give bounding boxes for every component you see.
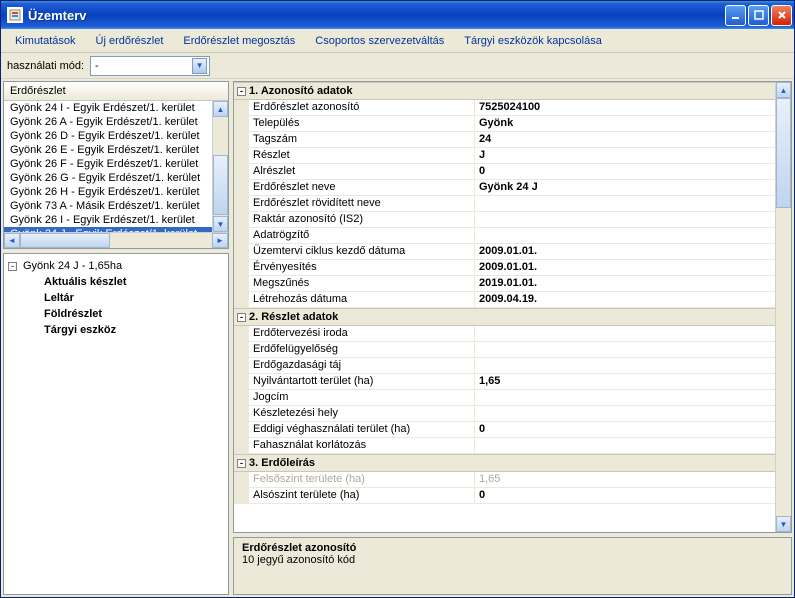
chevron-down-icon[interactable]: ▼ — [192, 58, 207, 74]
tree-collapse-icon[interactable]: - — [8, 262, 17, 271]
tree-root-label: Gyönk 24 J - 1,65ha — [23, 258, 122, 274]
category-azonosito[interactable]: - 1. Azonosító adatok — [234, 82, 775, 100]
forest-list-panel: Erdőrészlet Gyönk 24 I - Egyik Erdészet/… — [3, 81, 229, 249]
close-button[interactable] — [771, 5, 792, 26]
list-hscroll[interactable]: ◄ ► — [4, 232, 228, 248]
maximize-button[interactable] — [748, 5, 769, 26]
client-area: Erdőrészlet Gyönk 24 I - Egyik Erdészet/… — [1, 79, 794, 597]
prop-row[interactable]: Erdőfelügyelőség — [234, 342, 775, 358]
prop-row[interactable]: Fahasználat korlátozás — [234, 438, 775, 454]
app-icon — [7, 7, 23, 23]
menubar: Kimutatások Új erdőrészlet Erdőrészlet m… — [1, 29, 794, 53]
category-erdoleiras[interactable]: - 3. Erdőleírás — [234, 454, 775, 472]
left-column: Erdőrészlet Gyönk 24 I - Egyik Erdészet/… — [3, 81, 229, 595]
minimize-button[interactable] — [725, 5, 746, 26]
category-collapse-icon[interactable]: - — [234, 87, 249, 96]
list-item[interactable]: Gyönk 26 E - Egyik Erdészet/1. kerület — [4, 143, 212, 157]
prop-row[interactable]: Erdőrészlet azonosító7525024100 — [234, 100, 775, 116]
window-title: Üzemterv — [28, 8, 723, 23]
prop-row[interactable]: Alrészlet0 — [234, 164, 775, 180]
description-body: 10 jegyű azonosító kód — [242, 554, 783, 566]
scroll-down-icon[interactable]: ▼ — [213, 216, 228, 232]
tree-panel: - Gyönk 24 J - 1,65ha Aktuális készlet L… — [3, 253, 229, 595]
tree-root[interactable]: - Gyönk 24 J - 1,65ha — [6, 258, 226, 274]
scroll-up-icon[interactable]: ▲ — [776, 82, 791, 98]
prop-row[interactable]: RészletJ — [234, 148, 775, 164]
titlebar: Üzemterv — [1, 1, 794, 29]
prop-row[interactable]: Tagszám24 — [234, 132, 775, 148]
list-item[interactable]: Gyönk 26 H - Egyik Erdészet/1. kerület — [4, 185, 212, 199]
forest-list-body: Gyönk 24 I - Egyik Erdészet/1. kerület G… — [4, 101, 228, 232]
prop-row[interactable]: Készletezési hely — [234, 406, 775, 422]
scroll-track[interactable] — [213, 117, 228, 216]
scroll-up-icon[interactable]: ▲ — [213, 101, 228, 117]
list-item[interactable]: Gyönk 26 G - Egyik Erdészet/1. kerület — [4, 171, 212, 185]
tree-item[interactable]: Leltár — [42, 290, 226, 306]
props-vscroll[interactable]: ▲ ▼ — [775, 82, 791, 532]
usage-mode-combo[interactable]: - ▼ — [90, 56, 210, 76]
category-reszlet[interactable]: - 2. Részlet adatok — [234, 308, 775, 326]
category-label: 3. Erdőleírás — [249, 455, 315, 471]
scroll-right-icon[interactable]: ► — [212, 233, 228, 248]
prop-row[interactable]: Létrehozás dátuma2009.04.19. — [234, 292, 775, 308]
forest-list-header[interactable]: Erdőrészlet — [4, 82, 228, 101]
property-panel: - 1. Azonosító adatok Erdőrészlet azonos… — [233, 81, 792, 533]
menu-uj-erdoreszlet[interactable]: Új erdőrészlet — [86, 32, 174, 50]
prop-row[interactable]: Üzemtervi ciklus kezdő dátuma2009.01.01. — [234, 244, 775, 260]
prop-row[interactable]: Raktár azonosító (IS2) — [234, 212, 775, 228]
prop-row[interactable]: Erdőrészlet neveGyönk 24 J — [234, 180, 775, 196]
usage-mode-label: használati mód: — [7, 60, 84, 72]
prop-row[interactable]: Eddigi véghasználati terület (ha)0 — [234, 422, 775, 438]
list-item[interactable]: Gyönk 26 I - Egyik Erdészet/1. kerület — [4, 213, 212, 227]
scroll-down-icon[interactable]: ▼ — [776, 516, 791, 532]
category-collapse-icon[interactable]: - — [234, 459, 249, 468]
menu-megosztas[interactable]: Erdőrészlet megosztás — [173, 32, 305, 50]
list-item[interactable]: Gyönk 26 D - Egyik Erdészet/1. kerület — [4, 129, 212, 143]
prop-row[interactable]: Erdőrészlet rövidített neve — [234, 196, 775, 212]
menu-kimutatasok[interactable]: Kimutatások — [5, 32, 86, 50]
hscroll-track[interactable] — [20, 233, 212, 248]
prop-row[interactable]: Érvényesítés2009.01.01. — [234, 260, 775, 276]
prop-row[interactable]: Erdőtervezési iroda — [234, 326, 775, 342]
scroll-track[interactable] — [776, 98, 791, 516]
prop-row[interactable]: TelepülésGyönk — [234, 116, 775, 132]
usage-mode-value: - — [95, 60, 99, 72]
list-item-selected[interactable]: Gyönk 24 J - Egyik Erdészet/1. kerület — [4, 227, 212, 232]
list-item[interactable]: Gyönk 26 F - Egyik Erdészet/1. kerület — [4, 157, 212, 171]
list-vscroll[interactable]: ▲ ▼ — [212, 101, 228, 232]
prop-row[interactable]: Erdőgazdasági táj — [234, 358, 775, 374]
tree-item[interactable]: Földrészlet — [42, 306, 226, 322]
scroll-thumb[interactable] — [776, 98, 791, 208]
menu-targyi[interactable]: Tárgyi eszközök kapcsolása — [454, 32, 612, 50]
tree-item[interactable]: Tárgyi eszköz — [42, 322, 226, 338]
prop-row[interactable]: Jogcím — [234, 390, 775, 406]
prop-row[interactable]: Alsószint területe (ha)0 — [234, 488, 775, 504]
tree-item[interactable]: Aktuális készlet — [42, 274, 226, 290]
prop-row-disabled: Felsőszint területe (ha)1,65 — [234, 472, 775, 488]
app-window: Üzemterv Kimutatások Új erdőrészlet Erdő… — [0, 0, 795, 598]
right-column: - 1. Azonosító adatok Erdőrészlet azonos… — [233, 81, 792, 595]
prop-row[interactable]: Adatrögzítő — [234, 228, 775, 244]
list-item[interactable]: Gyönk 24 I - Egyik Erdészet/1. kerület — [4, 101, 212, 115]
prop-row[interactable]: Nyilvántartott terület (ha)1,65 — [234, 374, 775, 390]
category-label: 2. Részlet adatok — [249, 309, 338, 325]
toolbar: használati mód: - ▼ — [1, 53, 794, 79]
description-title: Erdőrészlet azonosító — [242, 542, 783, 554]
category-label: 1. Azonosító adatok — [249, 83, 353, 99]
tree: - Gyönk 24 J - 1,65ha Aktuális készlet L… — [4, 254, 228, 342]
prop-row[interactable]: Megszűnés2019.01.01. — [234, 276, 775, 292]
property-grid: - 1. Azonosító adatok Erdőrészlet azonos… — [234, 82, 791, 532]
hscroll-thumb[interactable] — [20, 233, 110, 248]
scroll-thumb[interactable] — [213, 155, 228, 215]
category-collapse-icon[interactable]: - — [234, 313, 249, 322]
list-item[interactable]: Gyönk 26 A - Egyik Erdészet/1. kerület — [4, 115, 212, 129]
description-panel: Erdőrészlet azonosító 10 jegyű azonosító… — [233, 537, 792, 595]
scroll-left-icon[interactable]: ◄ — [4, 233, 20, 248]
menu-csoportos[interactable]: Csoportos szervezetváltás — [305, 32, 454, 50]
list-item[interactable]: Gyönk 73 A - Másik Erdészet/1. kerület — [4, 199, 212, 213]
